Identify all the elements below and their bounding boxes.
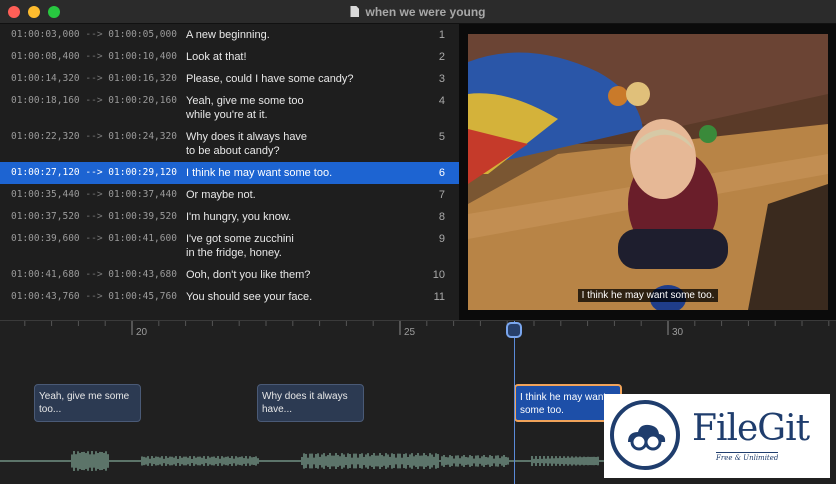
subtitle-text: I've got some zucchini in the fridge, ho…: [186, 233, 294, 259]
subtitle-text: I think he may want some too.: [186, 167, 333, 179]
playhead-line: [514, 321, 515, 484]
start-timecode: 01:00:18,160: [11, 95, 80, 106]
subtitle-row[interactable]: 01:00:08,400 --> 01:00:10,400 Look at tha…: [0, 46, 459, 68]
timeline-cue-4[interactable]: Yeah, give me some too...: [34, 384, 141, 422]
ruler-label-25: 25: [404, 327, 416, 338]
timecode-arrow: -->: [85, 131, 103, 142]
subtitle-text: Please, could I have some candy?: [186, 73, 354, 85]
subtitle-index: 9: [438, 233, 445, 245]
subtitle-row[interactable]: 01:00:14,320 --> 01:00:16,320 Please, cou…: [0, 68, 459, 90]
subtitle-row[interactable]: 01:00:35,440 --> 01:00:37,440 Or maybe no…: [0, 184, 459, 206]
start-timecode: 01:00:35,440: [11, 189, 80, 200]
start-timecode: 01:00:43,760: [11, 291, 80, 302]
timecode-range: 01:00:39,600 --> 01:00:41,600: [11, 233, 177, 244]
subtitle-index: 10: [432, 269, 445, 281]
start-timecode: 01:00:08,400: [11, 51, 80, 62]
timecode-arrow: -->: [85, 29, 103, 40]
subtitle-index: 8: [438, 211, 445, 223]
video-preview[interactable]: I think he may want some too.: [459, 24, 836, 320]
end-timecode: 01:00:29,120: [108, 167, 177, 178]
timecode-range: 01:00:03,000 --> 01:00:05,000: [11, 29, 177, 40]
filegit-tagline: Free & Unlimited: [716, 452, 779, 462]
timecode-range: 01:00:27,120 --> 01:00:29,120: [11, 167, 177, 178]
document-icon: [350, 6, 360, 17]
subtitle-text: A new beginning.: [186, 29, 270, 41]
subtitle-row[interactable]: 01:00:41,680 --> 01:00:43,680 Ooh, don't …: [0, 264, 459, 286]
subtitle-list[interactable]: 01:00:03,000 --> 01:00:05,000 A new begin…: [0, 24, 459, 320]
subtitle-index: 11: [433, 291, 445, 303]
end-timecode: 01:00:10,400: [108, 51, 177, 62]
title-bar: when we were young: [0, 0, 836, 24]
subtitle-text: Ooh, don't you like them?: [186, 269, 311, 281]
subtitle-index: 1: [438, 29, 445, 41]
timecode-range: 01:00:08,400 --> 01:00:10,400: [11, 51, 177, 62]
subtitle-row[interactable]: 01:00:43,760 --> 01:00:45,760 You should …: [0, 286, 459, 308]
timecode-range: 01:00:41,680 --> 01:00:43,680: [11, 269, 177, 280]
timeline-ruler[interactable]: [0, 321, 836, 343]
filegit-logo: [610, 400, 680, 470]
timecode-range: 01:00:35,440 --> 01:00:37,440: [11, 189, 177, 200]
subtitle-text: Why does it always have to be about cand…: [186, 131, 308, 157]
subtitle-row[interactable]: 01:00:18,160 --> 01:00:20,160 Yeah, give …: [0, 90, 459, 126]
timecode-range: 01:00:37,520 --> 01:00:39,520: [11, 211, 177, 222]
timecode-arrow: -->: [85, 95, 103, 106]
ruler-label-30: 30: [672, 327, 684, 338]
start-timecode: 01:00:03,000: [11, 29, 80, 40]
end-timecode: 01:00:20,160: [108, 95, 177, 106]
subtitle-row-selected[interactable]: 01:00:27,120 --> 01:00:29,120 I think he …: [0, 162, 459, 184]
timecode-range: 01:00:14,320 --> 01:00:16,320: [11, 73, 177, 84]
subtitle-index: 5: [438, 131, 445, 143]
filegit-watermark: FileGit Free & Unlimited: [604, 394, 830, 478]
subtitle-row[interactable]: 01:00:22,320 --> 01:00:24,320 Why does it…: [0, 126, 459, 162]
start-timecode: 01:00:14,320: [11, 73, 80, 84]
subtitle-row[interactable]: 01:00:03,000 --> 01:00:05,000 A new begin…: [0, 24, 459, 46]
video-frame: I think he may want some too.: [468, 34, 828, 310]
subtitle-index: 4: [438, 95, 445, 107]
subtitle-index: 7: [438, 189, 445, 201]
end-timecode: 01:00:39,520: [108, 211, 177, 222]
end-timecode: 01:00:24,320: [108, 131, 177, 142]
timecode-range: 01:00:18,160 --> 01:00:20,160: [11, 95, 177, 106]
timecode-arrow: -->: [85, 291, 103, 302]
subtitle-row[interactable]: 01:00:39,600 --> 01:00:41,600 I've got so…: [0, 228, 459, 264]
subtitle-text: I'm hungry, you know.: [186, 211, 292, 223]
video-subtitle-overlay: I think he may want some too.: [468, 289, 828, 302]
subtitle-text: You should see your face.: [186, 291, 313, 303]
video-image: [468, 34, 828, 310]
subtitle-text: Look at that!: [186, 51, 247, 63]
timecode-arrow: -->: [85, 189, 103, 200]
end-timecode: 01:00:16,320: [108, 73, 177, 84]
timecode-arrow: -->: [85, 233, 103, 244]
ruler-label-20: 20: [136, 327, 148, 338]
cloud-icon: [628, 424, 666, 451]
subtitle-index: 2: [438, 51, 445, 63]
end-timecode: 01:00:05,000: [108, 29, 177, 40]
end-timecode: 01:00:37,440: [108, 189, 177, 200]
playhead-handle[interactable]: [506, 322, 522, 338]
timecode-arrow: -->: [85, 73, 103, 84]
timecode-arrow: -->: [85, 51, 103, 62]
subtitle-index: 3: [438, 73, 445, 85]
subtitle-row[interactable]: 01:00:37,520 --> 01:00:39,520 I'm hungry,…: [0, 206, 459, 228]
start-timecode: 01:00:37,520: [11, 211, 80, 222]
timecode-range: 01:00:43,760 --> 01:00:45,760: [11, 291, 177, 302]
start-timecode: 01:00:22,320: [11, 131, 80, 142]
start-timecode: 01:00:39,600: [11, 233, 80, 244]
window-title: when we were young: [0, 5, 836, 19]
subtitle-text: Yeah, give me some too while you're at i…: [186, 95, 304, 121]
start-timecode: 01:00:41,680: [11, 269, 80, 280]
timecode-range: 01:00:22,320 --> 01:00:24,320: [11, 131, 177, 142]
timeline-cue-5[interactable]: Why does it always have...: [257, 384, 364, 422]
end-timecode: 01:00:43,680: [108, 269, 177, 280]
end-timecode: 01:00:45,760: [108, 291, 177, 302]
filegit-name: FileGit: [692, 408, 810, 449]
timecode-arrow: -->: [85, 269, 103, 280]
end-timecode: 01:00:41,600: [108, 233, 177, 244]
timecode-arrow: -->: [85, 167, 103, 178]
subtitle-index: 6: [438, 167, 445, 179]
timecode-arrow: -->: [85, 211, 103, 222]
start-timecode: 01:00:27,120: [11, 167, 80, 178]
window-title-text: when we were young: [365, 5, 486, 19]
subtitle-text: Or maybe not.: [186, 189, 256, 201]
